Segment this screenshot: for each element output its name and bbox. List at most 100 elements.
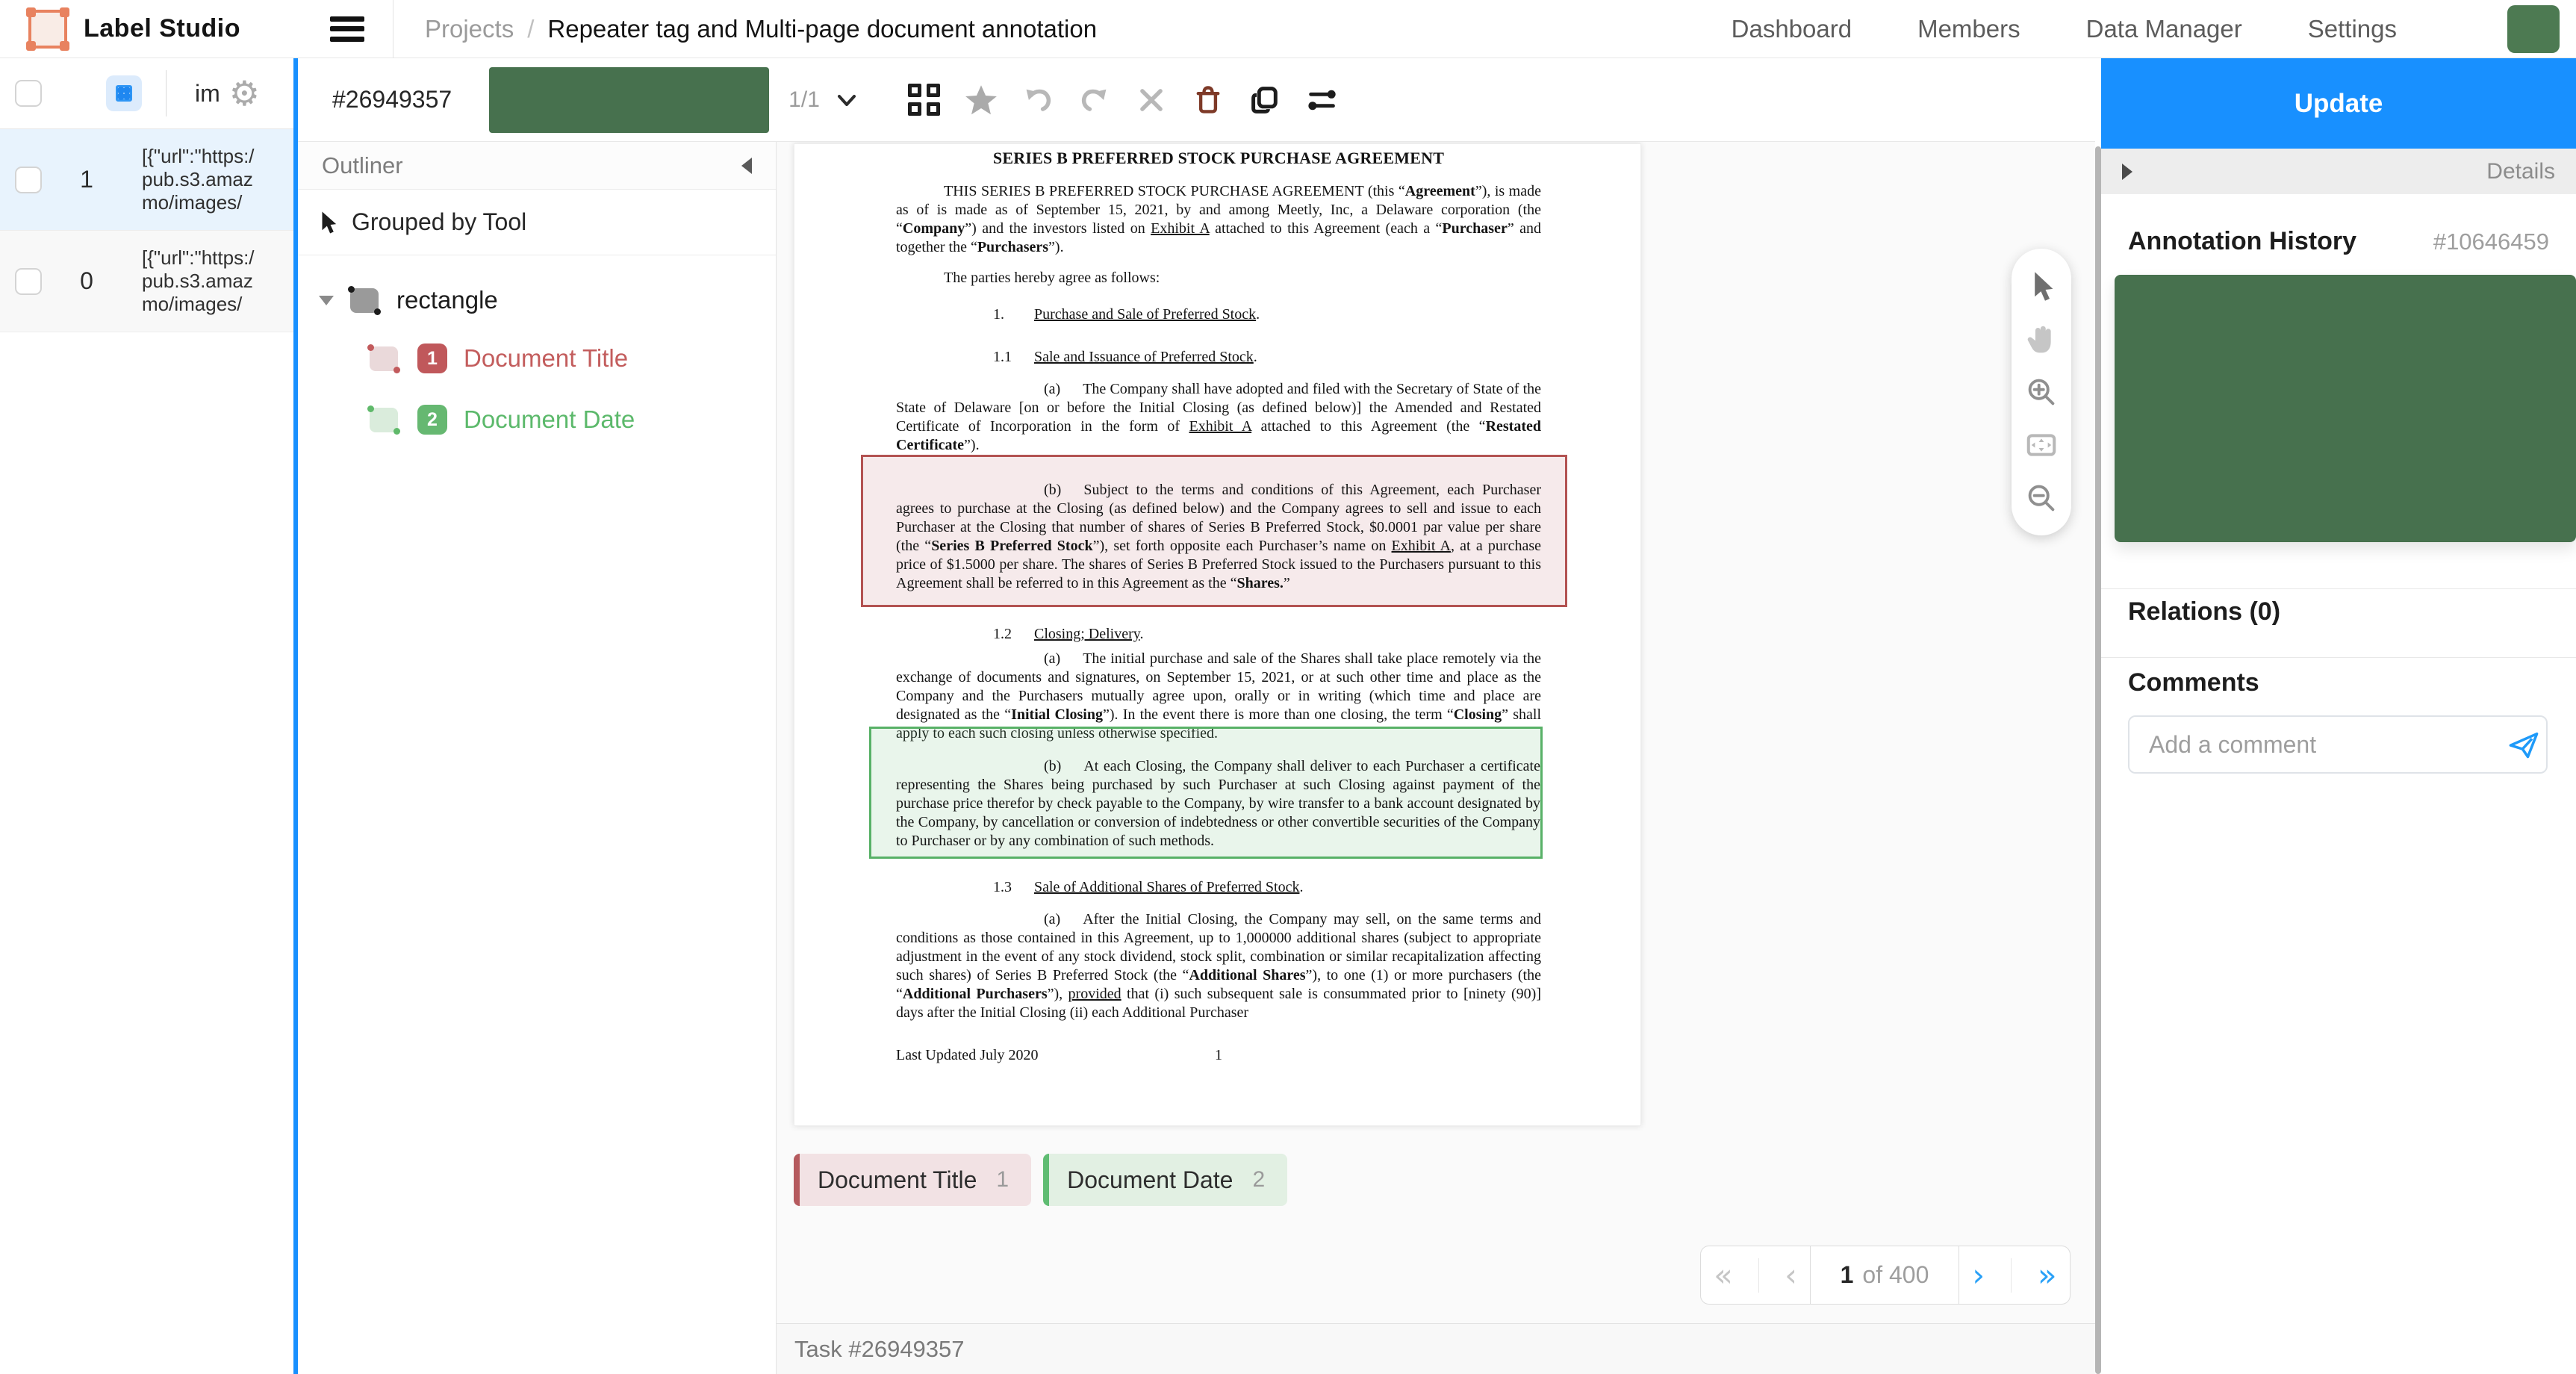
label-document-date[interactable]: Document Date 2 (1043, 1154, 1287, 1206)
cursor-icon (316, 210, 341, 235)
task-row-id: 1 (42, 166, 131, 193)
region-icon (370, 408, 398, 432)
label-color-stripe (794, 1154, 800, 1206)
region-index-badge: 1 (417, 344, 447, 373)
chevron-down-icon[interactable] (832, 85, 862, 115)
pan-hand-tool[interactable] (2023, 321, 2059, 357)
doc-paragraph: The parties hereby agree as follows: (896, 269, 1541, 287)
region-document-title[interactable]: (b) Subject to the terms and conditions … (861, 455, 1567, 607)
label-document-title[interactable]: Document Title 1 (794, 1154, 1031, 1206)
nav-settings[interactable]: Settings (2308, 15, 2397, 43)
task-row[interactable]: 0 [{"url":"https:/ pub.s3.amaz mo/images… (0, 231, 293, 332)
doc-paragraph: (b) Subject to the terms and conditions … (896, 481, 1541, 593)
redacted-history-block (2115, 275, 2576, 542)
region-icon (370, 346, 398, 371)
doc-paragraph: (a) After the Initial Closing, the Compa… (896, 910, 1541, 1022)
label-hotkey-bar: Document Title 1 Document Date 2 (794, 1154, 1287, 1206)
redacted-user-block (489, 67, 769, 133)
rectangle-tool-icon[interactable] (106, 75, 142, 111)
breadcrumb: Projects / Repeater tag and Multi-page d… (425, 15, 1097, 43)
star-icon[interactable] (965, 84, 998, 116)
annotation-toolbar: #26949357 1/1 (298, 58, 2095, 142)
expander-icon[interactable] (319, 296, 334, 305)
redo-icon[interactable] (1078, 84, 1111, 116)
region-item-document-title[interactable]: 1 Document Title (370, 335, 776, 382)
comment-input[interactable] (2149, 731, 2501, 759)
zoom-in-tool[interactable] (2023, 374, 2059, 410)
region-icon (350, 288, 379, 313)
annotation-counter: 1/1 (788, 87, 820, 113)
breadcrumb-projects-link[interactable]: Projects (425, 15, 514, 43)
user-avatar[interactable] (2507, 5, 2560, 53)
region-label: Document Date (464, 405, 635, 434)
task-footer-bar: Task #26949357 (777, 1323, 2095, 1374)
nav-data-manager[interactable]: Data Manager (2086, 15, 2242, 43)
select-pointer-tool[interactable] (2023, 268, 2059, 304)
annotation-history-header: Annotation History #10646459 (2101, 227, 2576, 256)
collapse-panel-icon[interactable] (741, 158, 752, 174)
doc-paragraph: (a) The Company shall have adopted and f… (896, 380, 1541, 455)
update-button[interactable]: Update (2101, 58, 2576, 149)
transfer-relations-icon[interactable] (1305, 84, 1338, 116)
gear-icon[interactable]: ⚙ (229, 76, 260, 111)
canvas-tool-palette (2012, 249, 2071, 535)
label-studio-logo-icon[interactable] (28, 10, 67, 49)
region-item-document-date[interactable]: 2 Document Date (370, 396, 776, 444)
task-row-checkbox[interactable] (15, 268, 42, 295)
details-bar[interactable]: Details (2101, 149, 2576, 194)
nav-dashboard[interactable]: Dashboard (1732, 15, 1852, 43)
task-list-header: im ⚙ (0, 58, 293, 129)
divider (2101, 588, 2576, 589)
breadcrumb-separator: / (527, 15, 534, 43)
task-id-label: #26949357 (332, 86, 452, 114)
send-comment-icon[interactable] (2501, 722, 2546, 767)
reject-x-icon[interactable] (1135, 84, 1168, 116)
task-row-id: 0 (42, 267, 131, 295)
task-footer-label: Task #26949357 (794, 1336, 965, 1363)
region-document-date[interactable]: (b) At each Closing, the Company shall d… (869, 727, 1543, 859)
regions-tree: rectangle 1 Document Title 2 Document Da… (298, 255, 776, 444)
view-all-grid-icon[interactable] (908, 84, 941, 116)
menu-icon[interactable] (330, 16, 364, 42)
region-group-rectangle[interactable]: rectangle (319, 276, 776, 324)
panel-resizer[interactable] (2095, 146, 2101, 1374)
zoom-out-tool[interactable] (2023, 480, 2059, 516)
label-hotkey: 1 (996, 1167, 1009, 1193)
region-index-badge: 2 (417, 405, 447, 435)
undo-icon[interactable] (1021, 84, 1054, 116)
expand-details-icon[interactable] (2122, 164, 2132, 180)
fit-to-screen-tool[interactable] (2023, 427, 2059, 463)
grouping-selector[interactable]: Grouped by Tool (298, 190, 776, 255)
delete-trash-icon[interactable] (1192, 84, 1225, 116)
grouping-label: Grouped by Tool (352, 208, 526, 236)
details-label: Details (2486, 159, 2555, 184)
duplicate-copy-icon[interactable] (1248, 84, 1281, 116)
annotation-history-title: Annotation History (2128, 227, 2356, 256)
column-header-image[interactable]: im (195, 80, 220, 108)
relations-heading: Relations (0) (2128, 597, 2280, 627)
document-image[interactable]: SERIES B PREFERRED STOCK PURCHASE AGREEM… (794, 143, 1641, 1126)
task-row-data-snippet: [{"url":"https:/ pub.s3.amaz mo/images/ (142, 145, 282, 214)
doc-heading: 1.3 Sale of Additional Shares of Preferr… (993, 878, 1541, 897)
nav-members[interactable]: Members (1917, 15, 2020, 43)
doc-paragraph: (b) At each Closing, the Company shall d… (896, 757, 1540, 851)
outliner-panel: Outliner Grouped by Tool rectangle 1 Doc… (298, 142, 777, 1374)
details-panel: Update Details Annotation History #10646… (2101, 58, 2576, 1374)
annotation-id: #10646459 (2433, 229, 2549, 255)
document-title-text: SERIES B PREFERRED STOCK PURCHASE AGREEM… (896, 149, 1541, 167)
comments-heading: Comments (2128, 668, 2259, 697)
prev-page-button[interactable]: ‹ (1785, 1260, 1797, 1291)
annotation-canvas: SERIES B PREFERRED STOCK PURCHASE AGREEM… (777, 142, 2095, 1323)
region-group-label: rectangle (396, 286, 498, 314)
task-row[interactable]: 1 [{"url":"https:/ pub.s3.amaz mo/images… (0, 129, 293, 231)
app-header: Label Studio Projects / Repeater tag and… (0, 0, 2576, 58)
next-page-button[interactable]: › (1972, 1260, 1985, 1291)
task-pagination: « ‹ 1 of 400 › » (1700, 1246, 2071, 1305)
divider (2101, 657, 2576, 658)
select-all-checkbox[interactable] (15, 80, 42, 107)
first-page-button[interactable]: « (1714, 1260, 1733, 1291)
doc-footer-updated: Last Updated July 2020 (896, 1046, 1111, 1065)
task-row-checkbox[interactable] (15, 167, 42, 193)
last-page-button[interactable]: » (2038, 1260, 2057, 1291)
app-title[interactable]: Label Studio (84, 14, 240, 43)
